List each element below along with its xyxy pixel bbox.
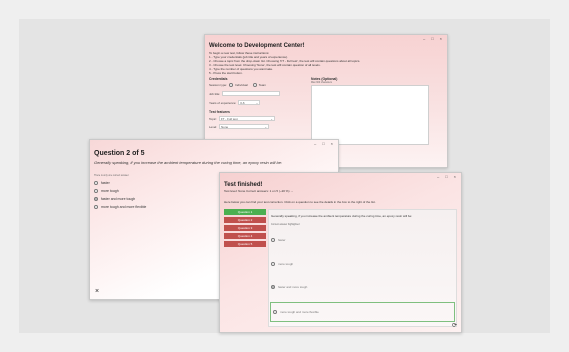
minimize-icon[interactable]: – <box>314 141 316 146</box>
question-hint: There is only one correct answer <box>94 174 129 177</box>
instructions: To begin a new test, follow these instru… <box>209 51 360 75</box>
level-value: None <box>221 125 229 129</box>
answer-option[interactable]: faster and more tough <box>94 195 146 203</box>
results-window: – □ × Test finished! Test level: None Co… <box>219 172 462 333</box>
detail-option-label: faster and more tough <box>278 285 308 289</box>
results-titlebar: – □ × <box>220 173 461 180</box>
chevron-down-icon: ⌄ <box>270 117 273 121</box>
results-help: Here below you can find your test correc… <box>224 200 376 204</box>
answer-option[interactable]: faster <box>94 179 146 187</box>
detail-radio-selected <box>271 285 275 289</box>
credentials-title: Credentials <box>209 77 228 81</box>
answer-radio[interactable] <box>94 181 98 185</box>
question-button-1[interactable]: Question 1 <box>224 209 266 215</box>
notes-textarea[interactable] <box>311 85 429 145</box>
answer-label: more tough and more flexible <box>101 205 147 209</box>
years-select[interactable]: 0-6 ⌄ <box>238 100 261 105</box>
job-title-label: Job title: <box>209 91 221 96</box>
detail-option-label: more tough <box>278 262 294 266</box>
detail-radio <box>273 310 277 314</box>
detail-option: faster and more tough <box>271 285 307 289</box>
question-list: Question 1 Question 2 Question 3 Questio… <box>224 209 266 249</box>
chevron-down-icon: ⌄ <box>264 125 268 129</box>
years-row: Years of experience: 0-6 ⌄ <box>209 100 309 105</box>
notes-section: Notes (Optional) Max 300 characters <box>311 77 429 145</box>
question-button-4[interactable]: Question 4 <box>224 233 266 239</box>
minimize-icon[interactable]: – <box>437 174 439 179</box>
years-label: Years of experience: <box>209 100 237 105</box>
results-stats: Test level: None Correct answers: 1 on 5… <box>224 189 294 193</box>
detail-option-label: more tough and more flexible <box>280 310 319 314</box>
close-icon[interactable]: × <box>331 141 333 146</box>
close-question-button[interactable]: × <box>95 288 99 295</box>
individual-label: Individual <box>235 83 248 87</box>
job-title-row: Job title: <box>209 91 309 96</box>
welcome-titlebar: – □ × <box>205 35 447 42</box>
detail-option: more tough <box>271 262 293 266</box>
notes-hint: Max 300 characters <box>311 81 332 84</box>
topic-select[interactable]: FT - Full test ⌄ <box>218 116 275 121</box>
instruction-line: 5 - Press the start button. <box>209 71 243 75</box>
level-select[interactable]: None ⌄ <box>219 124 270 129</box>
question-text: Generally speaking, if you increase the … <box>94 160 283 165</box>
question-button-3[interactable]: Question 3 <box>224 225 266 231</box>
question-button-5[interactable]: Question 5 <box>224 241 266 247</box>
refresh-icon[interactable]: ⟳ <box>452 322 457 329</box>
question-detail-panel: Generally speaking, if you increase the … <box>268 209 457 327</box>
chevron-down-icon: ⌄ <box>255 101 259 105</box>
session-type-label: Session type: <box>209 83 228 87</box>
answer-radio[interactable] <box>94 205 98 209</box>
years-value: 0-6 <box>240 101 245 105</box>
answer-radio[interactable] <box>94 189 98 193</box>
detail-option-correct: more tough and more flexible <box>270 302 455 322</box>
level-row: Level: None ⌄ <box>209 124 309 129</box>
answer-label: faster and more tough <box>101 197 136 201</box>
detail-radio <box>271 238 275 242</box>
maximize-icon[interactable]: □ <box>322 141 324 146</box>
detail-option-label: faster <box>278 238 286 242</box>
individual-radio[interactable] <box>229 83 234 87</box>
topic-value: FT - Full test <box>220 117 238 121</box>
answer-label: faster <box>101 181 110 185</box>
answer-options: faster more tough faster and more tough … <box>94 179 146 211</box>
detail-option: faster <box>271 238 286 242</box>
minimize-icon[interactable]: – <box>423 36 425 41</box>
session-type-row: Session type: Individual Team <box>209 83 309 87</box>
results-title: Test finished! <box>224 182 263 188</box>
answer-option[interactable]: more tough and more flexible <box>94 203 146 211</box>
answer-radio-selected[interactable] <box>94 197 98 201</box>
maximize-icon[interactable]: □ <box>445 174 447 179</box>
job-title-input[interactable] <box>222 91 281 96</box>
maximize-icon[interactable]: □ <box>431 36 433 41</box>
welcome-title: Welcome to Development Center! <box>209 43 305 49</box>
answer-option[interactable]: more tough <box>94 187 146 195</box>
team-radio[interactable] <box>252 83 257 87</box>
features-title: Test features <box>209 110 230 114</box>
question-button-2[interactable]: Question 2 <box>224 217 266 223</box>
question-title: Question 2 of 5 <box>94 150 145 157</box>
team-label: Team <box>258 83 267 87</box>
detail-radio <box>271 262 275 266</box>
close-icon[interactable]: × <box>440 36 442 41</box>
credentials-section: Credentials Session type: Individual Tea… <box>209 77 309 129</box>
detail-hint: Correct answer highlighted <box>271 223 300 226</box>
detail-question-text: Generally speaking, if you increase the … <box>271 214 413 218</box>
topic-label: Topic: <box>209 116 217 121</box>
topic-row: Topic: FT - Full test ⌄ <box>209 116 309 121</box>
level-label: Level: <box>209 124 218 129</box>
question-titlebar: – □ × <box>90 140 338 147</box>
answer-label: more tough <box>101 189 119 193</box>
close-icon[interactable]: × <box>454 174 456 179</box>
